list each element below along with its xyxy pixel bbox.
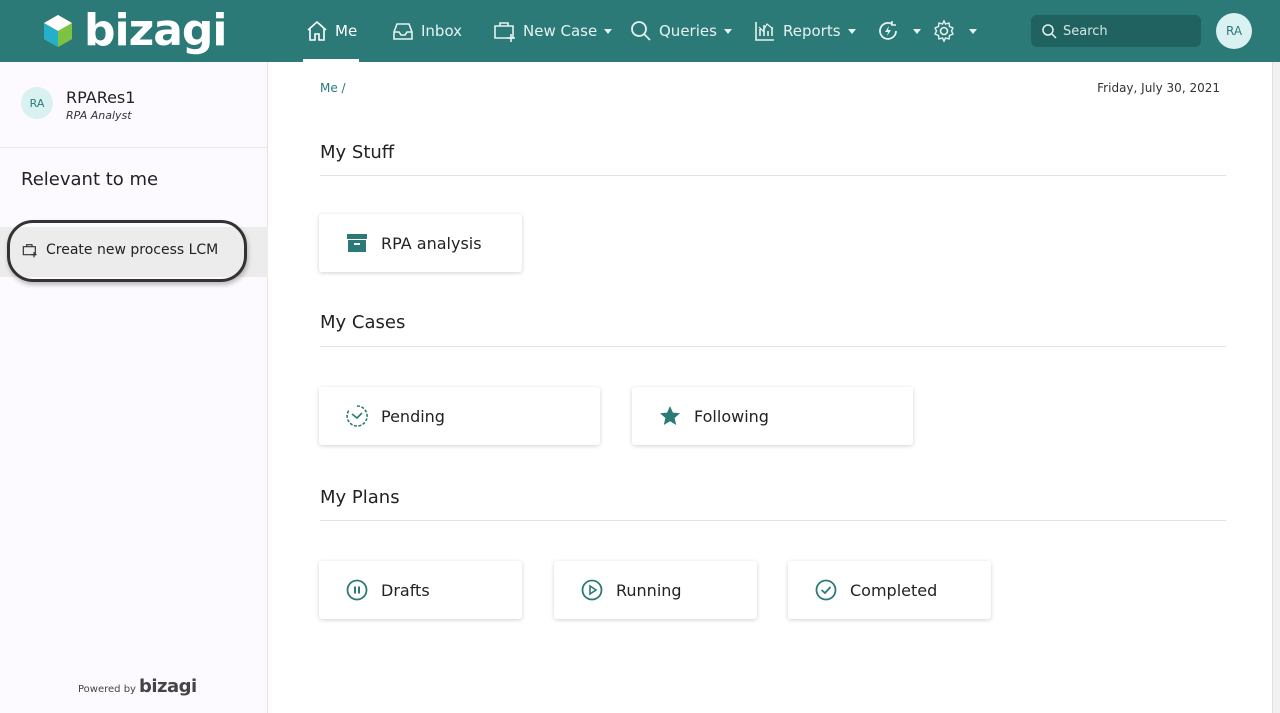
play-circle-icon — [581, 579, 603, 601]
breadcrumb[interactable]: Me / — [320, 81, 346, 95]
inbox-icon — [393, 23, 413, 40]
pause-circle-icon — [346, 579, 368, 601]
reports-icon — [755, 22, 774, 41]
section-divider — [320, 346, 1226, 347]
section-title-my-plans: My Plans — [320, 487, 400, 508]
card-completed[interactable]: Completed — [788, 561, 991, 619]
chevron-down-icon — [969, 28, 977, 34]
relevant-to-me-heading: Relevant to me — [21, 169, 159, 190]
nav-reports[interactable]: Reports — [753, 0, 856, 62]
nav-inbox-label: Inbox — [421, 22, 463, 40]
card-pending[interactable]: Pending — [319, 387, 600, 445]
user-profile: RA RPARes1 RPA Analyst — [0, 62, 268, 148]
section-divider — [320, 175, 1226, 176]
user-avatar[interactable]: RA — [1216, 13, 1252, 49]
current-date: Friday, July 30, 2021 — [1097, 81, 1220, 95]
card-following[interactable]: Following — [632, 387, 913, 445]
powered-by-bizagi: Powered by bizagi — [78, 676, 197, 697]
create-new-process-button[interactable]: Create new process LCM — [22, 242, 218, 258]
card-label: Running — [616, 580, 682, 600]
nav-new-case[interactable]: New Case — [493, 0, 613, 62]
search-box[interactable] — [1031, 15, 1201, 47]
chevron-down-icon — [723, 28, 732, 34]
user-name: RPARes1 — [66, 88, 136, 107]
nav-reports-label: Reports — [783, 22, 841, 40]
scrollbar[interactable] — [1272, 62, 1280, 713]
section-title-my-cases: My Cases — [320, 312, 406, 333]
card-label: Pending — [381, 406, 445, 426]
chevron-down-icon — [604, 28, 613, 34]
chevron-down-icon — [913, 28, 921, 34]
card-label: RPA analysis — [381, 233, 482, 253]
card-drafts[interactable]: Drafts — [319, 561, 522, 619]
card-label: Following — [694, 406, 769, 426]
nav-automation[interactable] — [876, 0, 921, 62]
top-nav-bar: bizagi Me Inbox New Case Queries Reports… — [0, 0, 1280, 62]
card-running[interactable]: Running — [554, 561, 757, 619]
nav-queries-label: Queries — [659, 22, 717, 40]
section-title-my-stuff: My Stuff — [320, 142, 395, 163]
nav-me-label: Me — [335, 22, 358, 40]
search-icon — [631, 21, 651, 41]
nav-me[interactable]: Me — [302, 0, 360, 62]
avatar: RA — [21, 87, 53, 119]
card-rpa-analysis[interactable]: RPA analysis — [319, 214, 522, 272]
search-input[interactable] — [1063, 23, 1193, 39]
bizagi-logo-text: bizagi — [84, 5, 227, 56]
card-label: Drafts — [381, 580, 430, 600]
home-icon — [307, 20, 327, 41]
section-divider — [320, 520, 1226, 521]
sidebar: RA RPARes1 RPA Analyst Relevant to me Cr… — [0, 62, 268, 713]
search-icon — [1042, 24, 1057, 39]
user-role: RPA Analyst — [66, 109, 132, 122]
new-case-icon — [494, 22, 515, 42]
nav-new-case-label: New Case — [523, 22, 598, 40]
powered-brand: bizagi — [138, 676, 197, 697]
automation-icon — [879, 21, 897, 40]
create-new-process-label: Create new process LCM — [46, 242, 219, 258]
gear-icon — [934, 19, 954, 43]
card-label: Completed — [850, 580, 938, 600]
nav-settings[interactable] — [932, 0, 977, 62]
new-case-icon — [22, 244, 37, 258]
chevron-down-icon — [847, 28, 856, 34]
nav-inbox[interactable]: Inbox — [391, 0, 462, 62]
check-circle-icon — [815, 579, 837, 601]
bizagi-logo-icon — [44, 15, 72, 47]
nav-queries[interactable]: Queries — [629, 0, 732, 62]
star-icon — [660, 406, 680, 425]
powered-prefix: Powered by — [78, 684, 136, 695]
timer-icon — [346, 405, 368, 427]
archive-icon — [347, 234, 367, 252]
bizagi-logo[interactable]: bizagi — [40, 5, 227, 56]
